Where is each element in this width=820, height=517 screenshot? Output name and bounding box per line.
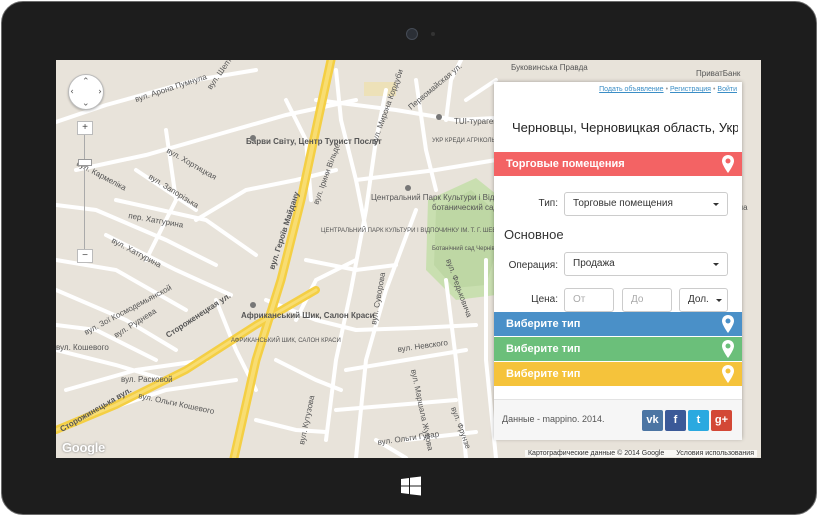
map-copyright: Картографические данные © 2014 Google Ус… xyxy=(524,450,757,457)
svg-text:Африканський Шик, Салон Краси: Африканський Шик, Салон Краси xyxy=(241,311,375,320)
pan-left-icon[interactable]: ⌃ xyxy=(69,88,79,96)
svg-text:вул. Расковой: вул. Расковой xyxy=(121,375,173,384)
choose-type-label: Виберите тип xyxy=(506,343,581,355)
operation-select[interactable]: Продажа xyxy=(564,252,728,276)
map-pin-icon xyxy=(722,340,734,358)
zoom-in-button[interactable]: + xyxy=(77,121,93,135)
screen: вул. Арона Пумнула вул. Шептицкого вул. … xyxy=(56,60,761,458)
currency-select-value: Дол. xyxy=(688,294,709,305)
google-logo[interactable]: Google xyxy=(62,440,105,455)
twitter-share-icon[interactable]: t xyxy=(688,410,709,431)
svg-text:Барви Світу, Центр Турист Посл: Барви Світу, Центр Турист Послуг xyxy=(246,137,382,146)
caret-down-icon xyxy=(716,299,722,302)
caret-down-icon xyxy=(713,263,719,266)
register-link[interactable]: Регистрация xyxy=(670,86,711,93)
terms-link[interactable]: Условия использования xyxy=(676,450,754,457)
poi-icon[interactable] xyxy=(250,302,256,308)
zoom-out-button[interactable]: − xyxy=(77,249,93,263)
section-title: Основное xyxy=(504,227,564,242)
currency-select[interactable]: Дол. xyxy=(679,288,728,312)
type-label: Тип: xyxy=(538,198,558,209)
poi-icon[interactable] xyxy=(250,135,256,141)
vk-share-icon[interactable]: vk xyxy=(642,410,663,431)
operation-label: Операция: xyxy=(508,260,558,271)
price-to-input[interactable]: До xyxy=(622,288,672,312)
sensor-icon xyxy=(431,32,435,36)
poi-icon[interactable] xyxy=(405,185,411,191)
type-select-value: Торговые помещения xyxy=(573,198,673,209)
price-from-input[interactable]: От xyxy=(564,288,614,312)
svg-text:ЦЕНТРАЛЬНИЙ ПАРК КУЛЬТУРИ І ВІ: ЦЕНТРАЛЬНИЙ ПАРК КУЛЬТУРИ І ВІДПОЧИНКУ І… xyxy=(321,226,516,234)
operation-select-value: Продажа xyxy=(573,258,615,269)
choose-type-label: Виберите тип xyxy=(506,318,581,330)
map-pin-icon xyxy=(722,155,734,173)
svg-text:Буковинська Правда: Буковинська Правда xyxy=(511,63,588,72)
zoom-track[interactable] xyxy=(84,135,85,249)
type-select[interactable]: Торговые помещения xyxy=(564,192,728,216)
location-search-input[interactable]: Черновцы, Черновицкая область, Украина xyxy=(512,120,738,135)
price-label: Цена: xyxy=(531,294,558,305)
caret-down-icon xyxy=(713,203,719,206)
zoom-control: + − xyxy=(77,121,93,263)
copyright-text: Картографические данные © 2014 Google xyxy=(527,450,665,457)
choose-type-label: Виберите тип xyxy=(506,368,581,380)
pan-control[interactable]: ⌃ ⌃ ⌃ ⌃ xyxy=(68,74,104,110)
choose-type-bar-yellow[interactable]: Виберите тип xyxy=(494,362,742,386)
panel-footer: Данные - mappino. 2014. vk f t g+ xyxy=(494,399,742,440)
pan-up-icon[interactable]: ⌃ xyxy=(82,77,90,86)
map-pin-icon xyxy=(722,365,734,383)
windows-logo-icon[interactable] xyxy=(401,476,421,496)
camera-icon xyxy=(406,28,418,40)
post-ad-link[interactable]: Подать объявление xyxy=(599,86,663,93)
category-active-label: Торговые помещения xyxy=(506,158,625,170)
zoom-slider-handle[interactable] xyxy=(78,159,92,166)
svg-text:АФРИКАНСЬКИЙ ШИК, САЛОН КРАСИ: АФРИКАНСЬКИЙ ШИК, САЛОН КРАСИ xyxy=(231,336,341,344)
facebook-share-icon[interactable]: f xyxy=(665,410,686,431)
category-active-bar[interactable]: Торговые помещения xyxy=(494,152,742,176)
choose-type-bar-green[interactable]: Виберите тип xyxy=(494,337,742,361)
pan-right-icon[interactable]: ⌃ xyxy=(92,88,102,96)
google-plus-share-icon[interactable]: g+ xyxy=(711,410,732,431)
choose-type-bar-blue[interactable]: Виберите тип xyxy=(494,312,742,336)
poi-icon[interactable] xyxy=(436,114,442,120)
svg-text:ПриватБанк: ПриватБанк xyxy=(696,69,741,78)
svg-text:вул. Кошевого: вул. Кошевого xyxy=(56,343,109,352)
map-pin-icon xyxy=(722,315,734,333)
pan-down-icon[interactable]: ⌃ xyxy=(82,97,90,107)
search-panel: Подать объявление • Регистрация • Войти Черн… xyxy=(494,82,742,440)
login-link[interactable]: Войти xyxy=(717,86,737,93)
top-links: Подать объявление • Регистрация • Войти xyxy=(599,86,737,93)
footer-text: Данные - mappino. 2014. xyxy=(502,414,605,424)
